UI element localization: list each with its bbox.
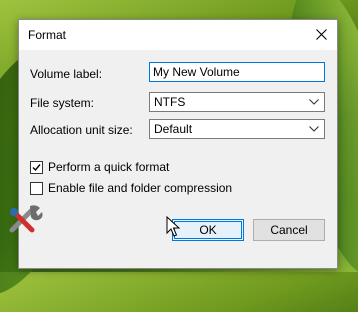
- checkbox-box[interactable]: [30, 182, 43, 195]
- volume-label-input[interactable]: [149, 62, 325, 82]
- volume-label-label: Volume label:: [30, 67, 103, 81]
- chevron-down-icon: [309, 126, 319, 132]
- quick-format-label: Perform a quick format: [48, 160, 170, 174]
- dialog-title: Format: [28, 28, 67, 42]
- mouse-cursor-icon: [166, 216, 180, 237]
- checkbox-box[interactable]: [30, 161, 43, 174]
- allocation-unit-label: Allocation unit size:: [30, 123, 133, 137]
- chevron-down-icon: [309, 99, 319, 105]
- file-system-label: File system:: [30, 96, 95, 110]
- ok-button[interactable]: OK: [172, 219, 244, 241]
- cancel-button[interactable]: Cancel: [253, 219, 325, 241]
- close-icon: [316, 29, 327, 40]
- close-button[interactable]: [307, 20, 337, 50]
- title-bar[interactable]: Format: [19, 20, 337, 50]
- tools-logo-icon: [9, 205, 43, 233]
- checkmark-icon: [32, 164, 41, 172]
- allocation-unit-value: Default: [154, 122, 193, 136]
- file-system-value: NTFS: [154, 95, 186, 109]
- file-system-select[interactable]: NTFS: [149, 92, 325, 112]
- compression-label: Enable file and folder compression: [48, 181, 233, 195]
- allocation-unit-select[interactable]: Default: [149, 119, 325, 139]
